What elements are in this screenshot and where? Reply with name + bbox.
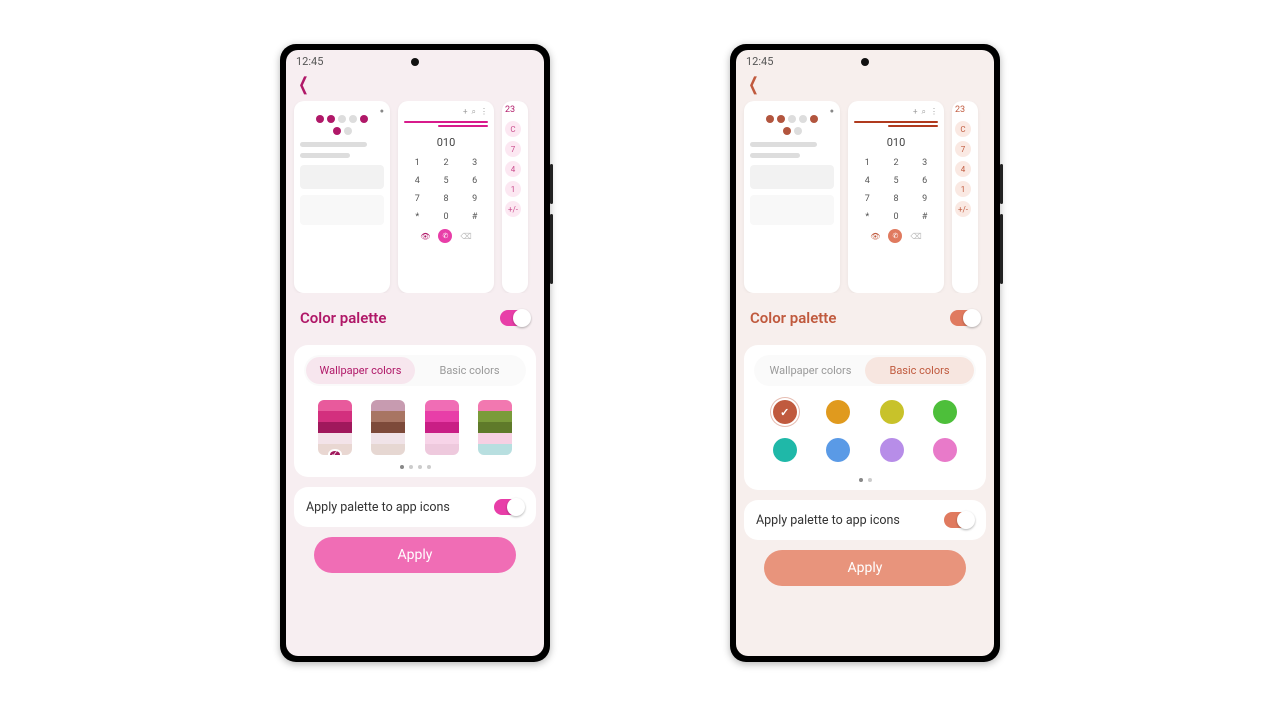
preview-quicksettings[interactable]: ● [294, 101, 390, 293]
back-button[interactable]: ❮ [748, 74, 759, 95]
status-time: 12:45 [746, 55, 773, 68]
call-icon: ✆ [888, 229, 902, 243]
call-icon: ✆ [438, 229, 452, 243]
apply-to-icons-toggle[interactable] [494, 499, 524, 515]
basic-color-swatch[interactable] [933, 400, 957, 424]
basic-color-swatch[interactable] [933, 438, 957, 462]
camera-cutout [861, 58, 869, 66]
palette-swatch[interactable] [425, 400, 459, 455]
preview-dialer[interactable]: +⌕⋮ 010 123456789*0# 👁 ✆ ⌫ [848, 101, 944, 293]
page-indicator [304, 465, 526, 469]
palette-tabs: Wallpaper colors Basic colors [754, 355, 976, 386]
phone-left: 12:45 ❮ ● +⌕⋮ [280, 44, 550, 662]
tab-wallpaper-colors[interactable]: Wallpaper colors [306, 357, 415, 384]
color-palette-title: Color palette [750, 309, 836, 327]
theme-previews[interactable]: ● +⌕⋮ 010 123456789*0# 👁 [286, 101, 544, 293]
color-palette-toggle[interactable] [500, 310, 530, 326]
palette-panel: Wallpaper colors Basic colors ✓ [294, 345, 536, 477]
color-palette-toggle[interactable] [950, 310, 980, 326]
tab-basic-colors[interactable]: Basic colors [415, 357, 524, 384]
palette-swatch[interactable] [371, 400, 405, 455]
dialer-display: 010 [854, 136, 938, 149]
phone-right: 12:45 ❮ ● +⌕⋮ [730, 44, 1000, 662]
color-palette-title: Color palette [300, 309, 386, 327]
page-indicator [754, 478, 976, 482]
palette-tabs: Wallpaper colors Basic colors [304, 355, 526, 386]
dialer-keypad: 123456789*0# [404, 155, 488, 225]
apply-to-icons-row: Apply palette to app icons [744, 500, 986, 540]
preview-calculator[interactable]: 23 C741+/- [952, 101, 978, 293]
basic-color-swatch[interactable] [773, 400, 797, 424]
dialer-display: 010 [404, 136, 488, 149]
basic-color-swatch[interactable] [880, 400, 904, 424]
theme-previews[interactable]: ● +⌕⋮ 010 123456789*0# 👁 [736, 101, 994, 293]
tab-wallpaper-colors[interactable]: Wallpaper colors [756, 357, 865, 384]
tab-basic-colors[interactable]: Basic colors [865, 357, 974, 384]
preview-dialer[interactable]: +⌕⋮ 010 123456789*0# 👁 ✆ ⌫ [398, 101, 494, 293]
basic-color-grid [754, 400, 976, 468]
camera-cutout [411, 58, 419, 66]
preview-quicksettings[interactable]: ● [744, 101, 840, 293]
palette-swatch[interactable] [478, 400, 512, 455]
apply-to-icons-label: Apply palette to app icons [756, 513, 900, 528]
apply-to-icons-label: Apply palette to app icons [306, 500, 450, 515]
preview-calculator[interactable]: 23 C741+/- [502, 101, 528, 293]
apply-button[interactable]: Apply [314, 537, 516, 573]
basic-color-swatch[interactable] [826, 438, 850, 462]
apply-button[interactable]: Apply [764, 550, 966, 586]
basic-color-swatch[interactable] [773, 438, 797, 462]
wallpaper-palettes: ✓ [304, 400, 526, 455]
apply-to-icons-row: Apply palette to app icons [294, 487, 536, 527]
dialer-keypad: 123456789*0# [854, 155, 938, 225]
palette-swatch[interactable]: ✓ [318, 400, 352, 455]
back-button[interactable]: ❮ [298, 74, 309, 95]
basic-color-swatch[interactable] [880, 438, 904, 462]
basic-color-swatch[interactable] [826, 400, 850, 424]
apply-to-icons-toggle[interactable] [944, 512, 974, 528]
palette-panel: Wallpaper colors Basic colors [744, 345, 986, 490]
status-time: 12:45 [296, 55, 323, 68]
